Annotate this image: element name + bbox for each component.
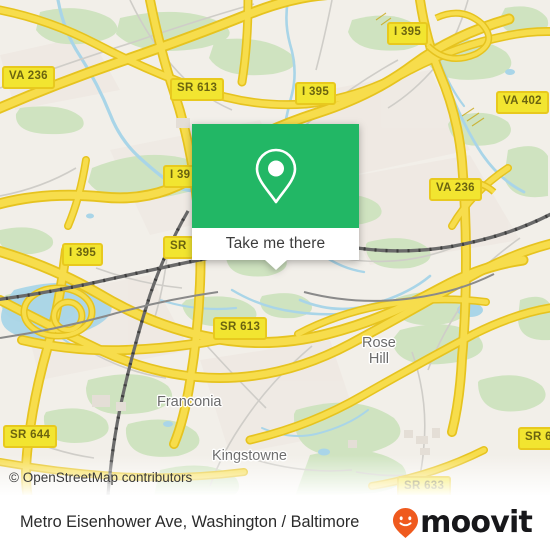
- road-shield-sr-hidden[interactable]: SR: [163, 236, 194, 259]
- place-label-franconia: Franconia: [157, 394, 222, 410]
- callout-action-bar[interactable]: Take me there: [192, 228, 359, 260]
- take-me-there-callout[interactable]: Take me there: [192, 124, 359, 270]
- road-shield-sr-613-top[interactable]: SR 613: [170, 78, 225, 101]
- road-shield-va-236-right[interactable]: VA 236: [429, 178, 482, 201]
- openstreetmap-attribution[interactable]: © OpenStreetMap contributors: [9, 470, 192, 485]
- callout-pointer-tail: [264, 260, 287, 270]
- callout-header: [192, 124, 359, 228]
- road-shield-va-236-left[interactable]: VA 236: [2, 66, 55, 89]
- road-shield-i-395-upper[interactable]: I 395: [295, 82, 337, 105]
- footer-bar: Metro Eisenhower Ave, Washington / Balti…: [0, 495, 550, 550]
- road-shield-sr-644[interactable]: SR 644: [3, 425, 58, 448]
- place-label-rose-hill: Rose Hill: [362, 335, 396, 367]
- place-label-kingstowne: Kingstowne: [212, 448, 287, 464]
- place-label-rose-hill-line1: Rose: [362, 335, 396, 351]
- road-shield-sr-6xx-right[interactable]: SR 6: [518, 427, 550, 450]
- moovit-station-map-screenshot: I 395 VA 236 SR 613 I 395 VA 402 I 39 VA…: [0, 0, 550, 550]
- moovit-logo[interactable]: moovit: [392, 504, 533, 540]
- map-pin-icon: [255, 148, 296, 204]
- moovit-smiley-pin-icon: [393, 507, 419, 538]
- place-label-rose-hill-line2: Hill: [368, 350, 389, 367]
- road-shield-sr-633[interactable]: SR 633: [397, 476, 452, 495]
- road-shield-i-395-top[interactable]: I 395: [387, 22, 429, 45]
- station-title: Metro Eisenhower Ave, Washington / Balti…: [20, 513, 360, 531]
- moovit-wordmark: moovit: [420, 504, 533, 540]
- road-shield-sr-613-mid[interactable]: SR 613: [213, 317, 268, 340]
- road-shield-va-402[interactable]: VA 402: [496, 91, 549, 114]
- take-me-there-label: Take me there: [225, 235, 326, 252]
- road-shield-i-395-left[interactable]: I 395: [62, 243, 104, 266]
